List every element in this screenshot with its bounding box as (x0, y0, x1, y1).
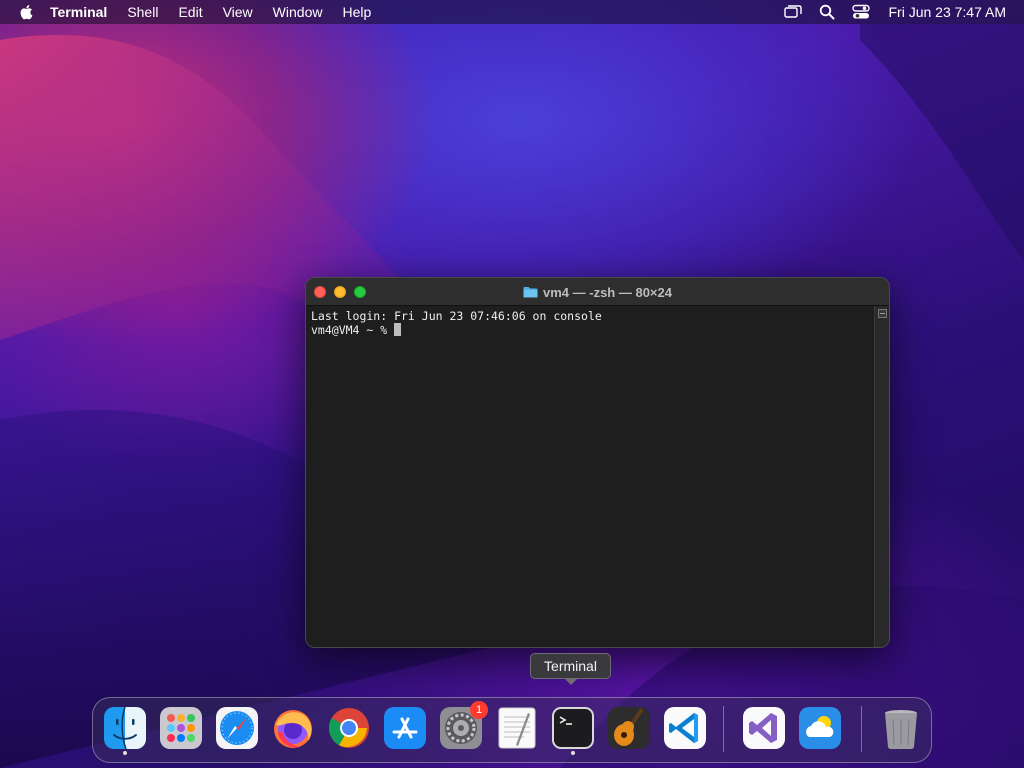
terminal-prompt: vm4@VM4 ~ % (311, 323, 395, 337)
notification-badge: 1 (470, 701, 488, 719)
safari-icon (216, 707, 258, 749)
app-store-icon (384, 707, 426, 749)
menu-window[interactable]: Window (273, 4, 323, 20)
menu-app-name[interactable]: Terminal (50, 4, 107, 20)
dock-chrome[interactable] (326, 705, 372, 751)
visual-studio-icon (743, 707, 785, 749)
dock-finder[interactable] (102, 705, 148, 755)
menu-shell[interactable]: Shell (127, 4, 158, 20)
terminal-prompt-line: vm4@VM4 ~ % (311, 323, 871, 337)
menu-bar: Terminal Shell Edit View Window Help Fri… (0, 0, 1024, 24)
menu-help[interactable]: Help (342, 4, 371, 20)
terminal-content[interactable]: Last login: Fri Jun 23 07:46:06 on conso… (306, 306, 876, 647)
chrome-icon (329, 708, 369, 748)
text-cursor (394, 323, 402, 336)
dock-launchpad[interactable] (158, 705, 204, 751)
apple-menu-icon[interactable] (16, 2, 36, 22)
dock-vscode[interactable] (662, 705, 708, 751)
terminal-icon (552, 707, 594, 749)
dock-app-store[interactable] (382, 705, 428, 751)
garageband-icon (608, 707, 650, 749)
dock-weather[interactable] (797, 705, 843, 751)
dock-terminal[interactable] (550, 705, 596, 755)
dock-textedit[interactable] (494, 705, 540, 751)
textedit-icon (498, 707, 536, 749)
trash-icon (885, 710, 917, 750)
terminal-line: Last login: Fri Jun 23 07:46:06 on conso… (311, 309, 602, 323)
running-indicator (571, 751, 575, 755)
window-title-text: vm4 — -zsh — 80×24 (543, 284, 672, 300)
menu-view[interactable]: View (223, 4, 253, 20)
dock-separator (861, 706, 862, 752)
screen-mirroring-icon[interactable] (782, 3, 804, 21)
firefox-icon (274, 710, 312, 748)
finder-icon (104, 706, 146, 750)
dock-tooltip: Terminal (530, 653, 611, 685)
dock: 1 (92, 697, 932, 763)
window-titlebar[interactable]: vm4 — -zsh — 80×24 (306, 278, 889, 306)
dock-trash[interactable] (878, 705, 924, 751)
dock-firefox[interactable] (270, 705, 316, 751)
scrollbar[interactable] (874, 306, 889, 647)
vscode-icon (664, 707, 706, 749)
control-center-icon[interactable] (850, 3, 872, 21)
running-indicator (123, 751, 127, 755)
menu-edit[interactable]: Edit (178, 4, 202, 20)
weather-icon (799, 707, 841, 749)
dock-safari[interactable] (214, 705, 260, 751)
launchpad-icon (160, 707, 202, 749)
dock-garageband[interactable] (606, 705, 652, 751)
spotlight-search-icon[interactable] (816, 3, 838, 21)
folder-icon (523, 287, 538, 298)
menu-clock[interactable]: Fri Jun 23 7:47 AM (888, 4, 1006, 20)
scroll-marker-icon[interactable] (878, 309, 887, 318)
dock-system-preferences[interactable]: 1 (438, 701, 488, 751)
dock-separator (723, 706, 724, 752)
terminal-window: vm4 — -zsh — 80×24 Last login: Fri Jun 2… (305, 277, 890, 648)
window-title: vm4 — -zsh — 80×24 (306, 278, 889, 306)
dock-visual-studio[interactable] (741, 705, 787, 751)
